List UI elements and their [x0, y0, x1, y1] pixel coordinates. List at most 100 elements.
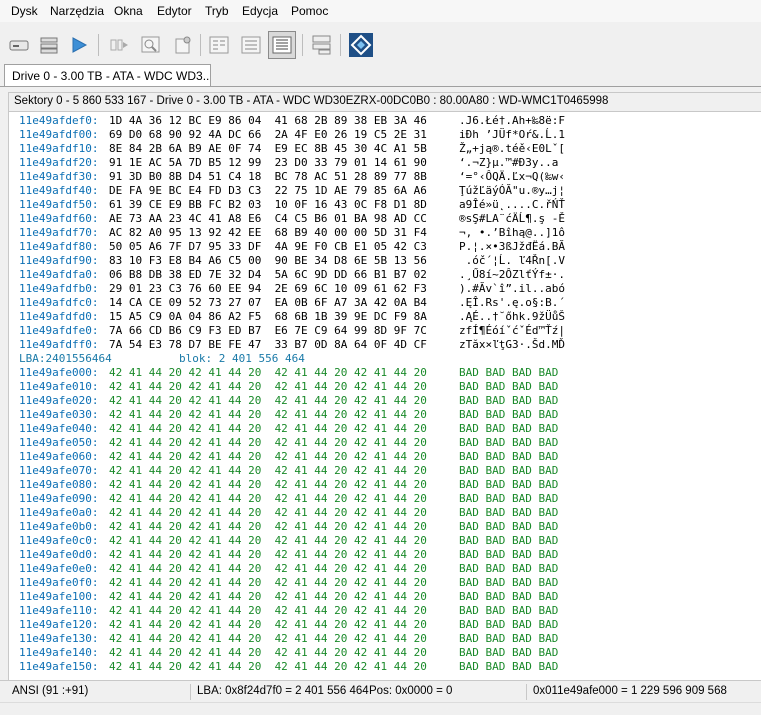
row-address: 11e49afe070:: [19, 464, 99, 477]
row-address: 11e49afe150:: [19, 660, 99, 673]
row-hex-bytes: 42 41 44 20 42 41 44 20 42 41 44 20 42 4…: [109, 562, 427, 575]
row-ascii: BAD BAD BAD BAD: [459, 562, 559, 575]
status-pos: Pos: 0x0000 = 0: [369, 685, 453, 697]
row-hex-bytes: 69 D0 68 90 92 4A DC 66 2A 4F E0 26 19 C…: [109, 128, 427, 141]
toolbar: [0, 22, 761, 64]
row-ascii: BAD BAD BAD BAD: [459, 380, 559, 393]
row-hex-bytes: 50 05 A6 7F D7 95 33 DF 4A 9E F0 CB E1 0…: [109, 240, 427, 253]
row-address: 11e49afe140:: [19, 646, 99, 659]
row-hex-bytes: 42 41 44 20 42 41 44 20 42 41 44 20 42 4…: [109, 604, 427, 617]
app-logo-icon[interactable]: [348, 32, 374, 58]
row-address: 11e49afe040:: [19, 422, 99, 435]
row-ascii: ).#Ăv`î”.il..abó: [459, 282, 565, 295]
menu-dysk[interactable]: Dysk: [11, 4, 38, 18]
row-ascii: .J6.Łé†.Ah+‰8ë:F: [459, 114, 565, 127]
row-hex-bytes: 42 41 44 20 42 41 44 20 42 41 44 20 42 4…: [109, 646, 427, 659]
row-address: 11e49afe100:: [19, 590, 99, 603]
view-columns-icon[interactable]: [240, 34, 262, 56]
row-hex-bytes: 06 B8 DB 38 ED 7E 32 D4 5A 6C 9D DD 66 B…: [109, 268, 427, 281]
row-ascii: BAD BAD BAD BAD: [459, 464, 559, 477]
tab-drive-0[interactable]: Drive 0 - 3.00 TB - ATA - WDC WD3...: [4, 64, 211, 86]
status-lba: LBA: 0x8f24d7f0 = 2 401 556 464: [197, 685, 369, 697]
row-address: 11e49afe010:: [19, 380, 99, 393]
row-hex-bytes: AC 82 A0 95 13 92 42 EE 68 B9 40 00 00 5…: [109, 226, 427, 239]
menu-narzedzia[interactable]: Narzędzia: [50, 4, 104, 18]
row-hex-bytes: 29 01 23 C3 76 60 EE 94 2E 69 6C 10 09 6…: [109, 282, 427, 295]
row-hex-bytes: 42 41 44 20 42 41 44 20 42 41 44 20 42 4…: [109, 548, 427, 561]
row-address: 11e49afe050:: [19, 436, 99, 449]
view-hex-icon[interactable]: [268, 31, 296, 59]
row-hex-bytes: 42 41 44 20 42 41 44 20 42 41 44 20 42 4…: [109, 618, 427, 631]
row-hex-bytes: DE FA 9E BC E4 FD D3 C3 22 75 1D AE 79 8…: [109, 184, 427, 197]
row-address: 11e49afdf40:: [19, 184, 99, 197]
row-address: 11e49afe060:: [19, 450, 99, 463]
row-ascii: P.¦.×•3ßJžđËá.BĂ: [459, 240, 565, 253]
row-hex-bytes: 14 CA CE 09 52 73 27 07 EA 0B 6F A7 3A 4…: [109, 296, 427, 309]
row-address: 11e49afdff0:: [19, 338, 99, 351]
row-ascii: BAD BAD BAD BAD: [459, 478, 559, 491]
menu-pomoc[interactable]: Pomoc: [291, 4, 328, 18]
row-address: 11e49afe0f0:: [19, 576, 99, 589]
row-address: 11e49afdfa0:: [19, 268, 99, 281]
menu-edycja[interactable]: Edycja: [242, 4, 278, 18]
list-icon[interactable]: [38, 34, 60, 56]
row-ascii: BAD BAD BAD BAD: [459, 632, 559, 645]
row-address: 11e49afdfd0:: [19, 310, 99, 323]
row-ascii: BAD BAD BAD BAD: [459, 548, 559, 561]
row-address: 11e49afe110:: [19, 604, 99, 617]
row-hex-bytes: 42 41 44 20 42 41 44 20 42 41 44 20 42 4…: [109, 632, 427, 645]
menu-okna[interactable]: Okna: [114, 4, 143, 18]
search-icon[interactable]: [140, 34, 162, 56]
split-icon[interactable]: [310, 34, 332, 56]
row-address: 11e49afdfc0:: [19, 296, 99, 309]
row-address: 11e49afdf60:: [19, 212, 99, 225]
play-icon[interactable]: [68, 34, 90, 56]
row-ascii: BAD BAD BAD BAD: [459, 534, 559, 547]
row-address: 11e49afe0e0:: [19, 562, 99, 575]
row-address: 11e49afdf20:: [19, 156, 99, 169]
row-ascii: ‘=°‹ÔQÄ.Ľx¬Q(‰w‹: [459, 170, 565, 183]
row-ascii: a9Îé»ü˛....C.řŃŤ: [459, 198, 565, 211]
row-ascii: zTăx×ľţG3·.Šd.MĎ: [459, 338, 565, 351]
row-ascii: BAD BAD BAD BAD: [459, 604, 559, 617]
view-text-icon[interactable]: [208, 34, 230, 56]
row-ascii: ¬‚ •.’Bîhą@..]1ô: [459, 226, 565, 239]
status-encoding: ANSI (91 :+91): [12, 685, 89, 697]
row-address: 11e49afdef0:: [19, 114, 99, 127]
row-ascii: ®sŞ#LA¨ćÄĹ¶.ş -Ě: [459, 212, 565, 225]
row-hex-bytes: 1D 4A 36 12 BC E9 86 04 41 68 2B 89 38 E…: [109, 114, 427, 127]
row-address: 11e49afe020:: [19, 394, 99, 407]
row-address: 11e49afdf00:: [19, 128, 99, 141]
row-ascii: BAD BAD BAD BAD: [459, 436, 559, 449]
row-ascii: BAD BAD BAD BAD: [459, 366, 559, 379]
row-hex-bytes: 42 41 44 20 42 41 44 20 42 41 44 20 42 4…: [109, 478, 427, 491]
row-hex-bytes: 42 41 44 20 42 41 44 20 42 41 44 20 42 4…: [109, 534, 427, 547]
hex-view[interactable]: 11e49afdef0: 1D 4A 36 12 BC E9 86 04 41 6…: [8, 112, 761, 680]
menu-tryb[interactable]: Tryb: [205, 4, 229, 18]
row-hex-bytes: 42 41 44 20 42 41 44 20 42 41 44 20 42 4…: [109, 380, 427, 393]
row-address: 11e49afe120:: [19, 618, 99, 631]
row-ascii: .ĄÉ..†˘őhk.9žÜůŠ: [459, 310, 565, 323]
row-hex-bytes: 42 41 44 20 42 41 44 20 42 41 44 20 42 4…: [109, 422, 427, 435]
drive-icon[interactable]: [8, 34, 30, 56]
row-address: 11e49afe130:: [19, 632, 99, 645]
row-address: 11e49afdfb0:: [19, 282, 99, 295]
row-address: 11e49afe0d0:: [19, 548, 99, 561]
row-address: 11e49afe030:: [19, 408, 99, 421]
row-ascii: BAD BAD BAD BAD: [459, 618, 559, 631]
row-address: 11e49afdf10:: [19, 142, 99, 155]
row-ascii: BAD BAD BAD BAD: [459, 520, 559, 533]
row-ascii: .¸Ű8í~2ÔZlťÝf±·.: [459, 268, 565, 281]
row-address: 11e49afdf90:: [19, 254, 99, 267]
row-address: 11e49afe0a0:: [19, 506, 99, 519]
row-hex-bytes: 42 41 44 20 42 41 44 20 42 41 44 20 42 4…: [109, 590, 427, 603]
jump-icon[interactable]: [108, 34, 130, 56]
tab-strip: Drive 0 - 3.00 TB - ATA - WDC WD3...: [0, 64, 761, 87]
row-ascii: BAD BAD BAD BAD: [459, 394, 559, 407]
lba-marker-label: LBA:2401556464: [19, 352, 112, 365]
row-address: 11e49afe080:: [19, 478, 99, 491]
status-offset: 0x011e49afe000 = 1 229 596 909 568: [533, 685, 727, 697]
settings-icon[interactable]: [172, 34, 194, 56]
menu-edytor[interactable]: Edytor: [157, 4, 192, 18]
row-address: 11e49afe0b0:: [19, 520, 99, 533]
